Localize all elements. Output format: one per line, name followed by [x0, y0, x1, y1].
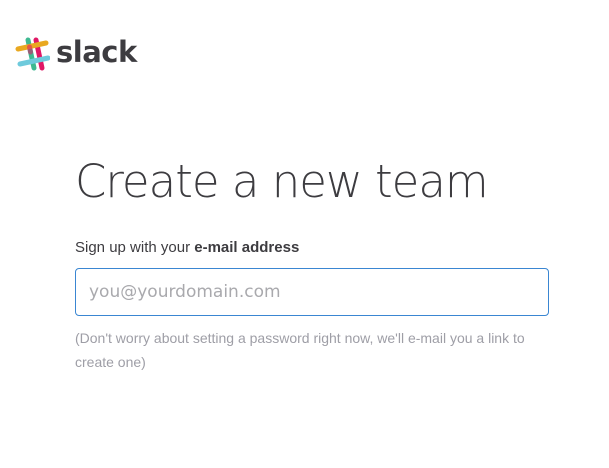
email-input[interactable]	[75, 268, 549, 316]
password-hint: (Don't worry about setting a password ri…	[75, 330, 525, 370]
header: slack	[14, 34, 137, 72]
slack-wordmark[interactable]: slack	[56, 34, 137, 70]
signup-label: Sign up with your e-mail address	[75, 238, 549, 258]
signup-label-prefix: Sign up with your	[75, 239, 195, 256]
create-team-form: Create a new team Sign up with your e-ma…	[75, 150, 549, 374]
slack-logo-icon[interactable]	[14, 36, 50, 72]
page-title: Create a new team	[75, 155, 489, 208]
signup-label-bold: e-mail address	[194, 239, 300, 256]
